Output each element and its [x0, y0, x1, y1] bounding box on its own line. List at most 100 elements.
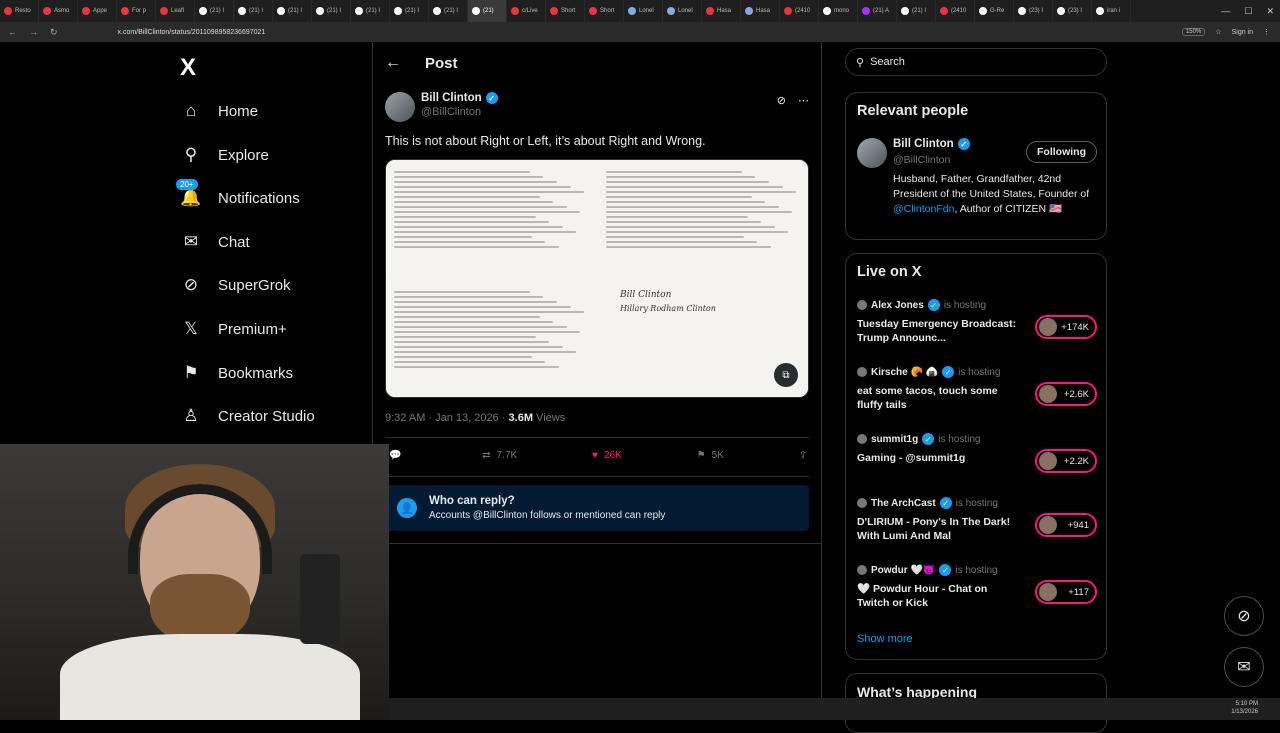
- avatar[interactable]: [857, 498, 867, 508]
- bookmark-button[interactable]: ⚑ 5K: [697, 450, 724, 461]
- system-clock[interactable]: 5:10 PM 1/13/2026: [1231, 700, 1258, 716]
- browser-tab[interactable]: Asmo: [39, 0, 78, 22]
- avatar[interactable]: [857, 565, 867, 575]
- browser-tab[interactable]: (2410: [780, 0, 819, 22]
- browser-tab[interactable]: Appe: [78, 0, 117, 22]
- live-item[interactable]: Powdur 🤍😈 ✓ is hosting 🤍 Powdur Hour - Chat…: [857, 564, 1097, 610]
- live-listener-pill[interactable]: +941: [1035, 513, 1097, 537]
- browser-tab[interactable]: (2410: [936, 0, 975, 22]
- live-title[interactable]: Gaming - @summit1g: [857, 451, 1022, 465]
- repost-button[interactable]: ⇄ 7.7K: [482, 450, 517, 461]
- forward-nav-icon[interactable]: →: [29, 27, 38, 38]
- browser-tab[interactable]: Short: [546, 0, 585, 22]
- browser-tab[interactable]: (21) I: [312, 0, 351, 22]
- live-host-name[interactable]: The ArchCast: [871, 498, 936, 509]
- author-name[interactable]: Bill Clinton: [421, 92, 482, 104]
- browser-tab[interactable]: Lonel: [624, 0, 663, 22]
- nav-item-home[interactable]: ⌂ Home: [180, 100, 258, 122]
- messages-fab-button[interactable]: ✉: [1224, 647, 1264, 687]
- browser-tab[interactable]: mono: [819, 0, 858, 22]
- close-icon[interactable]: ✕: [1266, 6, 1274, 17]
- browser-tab[interactable]: G-Re: [975, 0, 1014, 22]
- live-item[interactable]: The ArchCast ✓ is hosting D'LIRIUM - Pony's…: [857, 497, 1097, 543]
- browser-tab[interactable]: (21): [468, 0, 507, 22]
- zoom-indicator[interactable]: 150%: [1181, 28, 1206, 36]
- browser-tab[interactable]: (21) A: [858, 0, 897, 22]
- browser-tab[interactable]: (23) I: [1014, 0, 1053, 22]
- nav-item-supergrok[interactable]: ⊘ SuperGrok: [180, 274, 291, 296]
- live-host-name[interactable]: Kirsche 🥐 🍙: [871, 367, 938, 378]
- minimize-icon[interactable]: —: [1221, 6, 1230, 16]
- image-expand-icon[interactable]: ⧉: [774, 363, 798, 387]
- avatar[interactable]: [857, 367, 867, 377]
- browser-tab[interactable]: Resto: [0, 0, 39, 22]
- browser-tab[interactable]: Lonel: [663, 0, 702, 22]
- live-item[interactable]: Alex Jones ✓ is hosting Tuesday Emergency B…: [857, 299, 1097, 345]
- letter-page[interactable]: [386, 279, 596, 397]
- browser-tab[interactable]: (21) I: [273, 0, 312, 22]
- url-field[interactable]: x.com/BillClinton/status/201109895823669…: [118, 29, 266, 36]
- browser-tab[interactable]: (21) I: [234, 0, 273, 22]
- post-image[interactable]: Bill Clinton Hillary Rodham Clinton ⧉: [385, 159, 809, 398]
- browser-tab[interactable]: Hasa: [702, 0, 741, 22]
- live-host-name[interactable]: Alex Jones: [871, 300, 924, 311]
- back-arrow-icon[interactable]: ←: [385, 54, 401, 72]
- live-listener-pill[interactable]: +2.6K: [1035, 382, 1097, 406]
- author-handle[interactable]: @BillClinton: [421, 106, 498, 118]
- letter-page[interactable]: [386, 160, 596, 278]
- live-title[interactable]: D'LIRIUM - Pony's In The Dark! With Lumi…: [857, 515, 1022, 543]
- clintonfdn-link[interactable]: @ClintonFdn: [893, 203, 954, 215]
- browser-tab[interactable]: For p: [117, 0, 156, 22]
- browser-tab[interactable]: (21) I: [429, 0, 468, 22]
- live-listener-pill[interactable]: +174K: [1035, 315, 1097, 339]
- show-more-link[interactable]: Show more: [857, 633, 913, 645]
- following-button[interactable]: Following: [1026, 141, 1097, 163]
- live-title[interactable]: Tuesday Emergency Broadcast: Trump Annou…: [857, 317, 1022, 345]
- live-listener-pill[interactable]: +117: [1035, 580, 1097, 604]
- reload-icon[interactable]: ↻: [50, 27, 58, 38]
- live-item[interactable]: summit1g ✓ is hosting Gaming - @summit1g +2.…: [857, 433, 1097, 473]
- browser-tab[interactable]: (21) I: [390, 0, 429, 22]
- grok-icon[interactable]: ⊘: [777, 94, 786, 107]
- browser-tab[interactable]: Short: [585, 0, 624, 22]
- relevant-name[interactable]: Bill Clinton: [893, 138, 954, 150]
- live-item[interactable]: Kirsche 🥐 🍙 ✓ is hosting eat some tacos, to…: [857, 366, 1097, 412]
- browser-tab[interactable]: (21) I: [897, 0, 936, 22]
- share-button[interactable]: ⇪: [799, 450, 807, 461]
- nav-item-creator-studio[interactable]: ♙ Creator Studio: [180, 405, 314, 427]
- live-host-name[interactable]: Powdur 🤍😈: [871, 565, 935, 576]
- nav-item-premium-[interactable]: 𝕏 Premium+: [180, 318, 287, 340]
- reply-button[interactable]: 💬: [389, 450, 407, 461]
- x-logo[interactable]: X: [180, 54, 196, 82]
- more-options-icon[interactable]: ⋯: [798, 94, 809, 107]
- back-nav-icon[interactable]: ←: [8, 27, 17, 38]
- sign-in-button[interactable]: Sign in: [1232, 29, 1253, 36]
- live-title[interactable]: 🤍 Powdur Hour - Chat on Twitch or Kick: [857, 582, 1022, 610]
- nav-item-chat[interactable]: ✉ Chat: [180, 231, 250, 253]
- nav-item-explore[interactable]: ⚲ Explore: [180, 144, 269, 166]
- grok-fab-button[interactable]: ⊘: [1224, 596, 1264, 636]
- browser-tab[interactable]: (23) I: [1053, 0, 1092, 22]
- live-host-name[interactable]: summit1g: [871, 434, 918, 445]
- browser-tab[interactable]: Hasa: [741, 0, 780, 22]
- live-listener-pill[interactable]: +2.2K: [1035, 449, 1097, 473]
- browser-tab[interactable]: c/Live: [507, 0, 546, 22]
- relevant-handle[interactable]: @BillClinton: [893, 154, 950, 166]
- live-title[interactable]: eat some tacos, touch some fluffy tails: [857, 384, 1022, 412]
- avatar[interactable]: [857, 138, 887, 168]
- browser-tab[interactable]: (21) I: [195, 0, 234, 22]
- post-author[interactable]: Bill Clinton ✓ @BillClinton: [385, 92, 498, 122]
- search-input[interactable]: ⚲ Search: [845, 48, 1107, 76]
- avatar[interactable]: [857, 434, 867, 444]
- nav-item-notifications[interactable]: 🔔 20+ Notifications: [176, 179, 300, 209]
- letter-page[interactable]: [598, 160, 808, 278]
- like-button[interactable]: ♥ 26K: [592, 450, 622, 461]
- browser-tab[interactable]: Leafl: [156, 0, 195, 22]
- star-icon[interactable]: ☆: [1215, 28, 1221, 36]
- maximize-icon[interactable]: ☐: [1244, 6, 1252, 17]
- nav-item-bookmarks[interactable]: ⚑ Bookmarks: [180, 362, 293, 384]
- browser-tab[interactable]: iran i: [1092, 0, 1131, 22]
- browser-tab[interactable]: (21) I: [351, 0, 390, 22]
- avatar[interactable]: [857, 300, 867, 310]
- avatar[interactable]: [385, 92, 415, 122]
